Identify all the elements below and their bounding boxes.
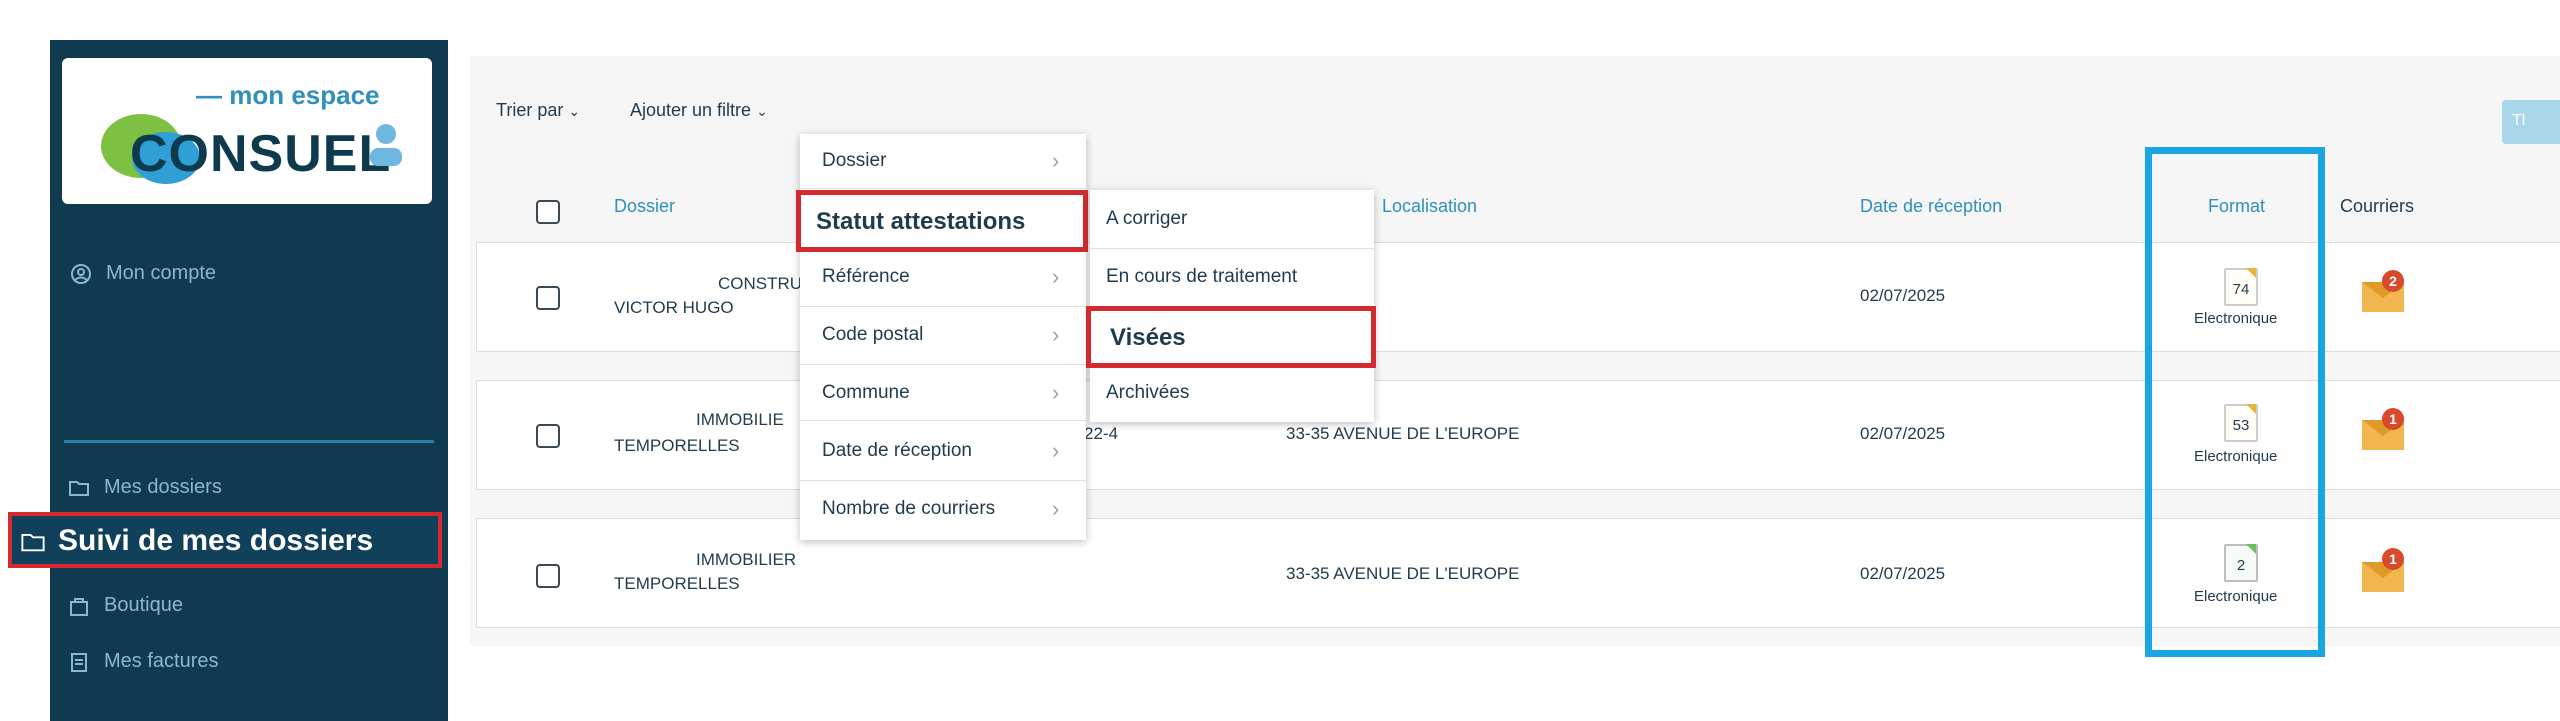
- sidebar-item-mes-factures[interactable]: Mes factures: [68, 650, 218, 673]
- menu-divider: [800, 420, 1086, 421]
- row-dossier-name: IMMOBILIE: [696, 410, 784, 429]
- folder-outline-icon: [21, 534, 45, 552]
- sidebar-item-mes-dossiers[interactable]: Mes dossiers: [68, 476, 222, 499]
- add-filter-button[interactable]: Ajouter un filtre ⌄: [630, 100, 768, 121]
- menu-divider: [800, 480, 1086, 481]
- logo-tagline: — mon espace: [196, 80, 380, 110]
- status-item-a-corriger[interactable]: A corriger: [1106, 208, 1187, 230]
- sidebar-item-mon-compte[interactable]: Mon compte: [70, 262, 216, 285]
- logo-person-icon: [370, 124, 402, 166]
- chevron-right-icon: ›: [1052, 322, 1060, 347]
- chevron-right-icon: ›: [1052, 148, 1060, 173]
- chevron-right-icon: ›: [1052, 264, 1060, 289]
- menu-divider: [800, 306, 1086, 307]
- status-item-visees[interactable]: Visées: [1110, 324, 1186, 352]
- logo-brand: CONSUEL: [130, 125, 392, 183]
- format-column-highlight: [2145, 147, 2325, 657]
- sidebar-divider: [64, 440, 434, 443]
- row-localisation: 33-35 AVENUE DE L'EUROPE: [1286, 424, 1520, 443]
- row-checkbox[interactable]: [536, 424, 560, 448]
- header-localisation[interactable]: Localisation: [1382, 196, 1477, 217]
- chevron-right-icon: ›: [1052, 438, 1060, 463]
- filter-item-nombre-courriers[interactable]: Nombre de courriers: [822, 498, 995, 520]
- filter-item-code-postal[interactable]: Code postal: [822, 324, 923, 346]
- sidebar-item-label: Suivi de mes dossiers: [58, 524, 374, 557]
- select-all-checkbox[interactable]: [536, 200, 560, 224]
- sidebar-item-label: Mes dossiers: [104, 476, 222, 498]
- sort-button[interactable]: Trier par ⌄: [496, 100, 580, 121]
- courriers-count-badge: 2: [2382, 270, 2404, 292]
- header-date[interactable]: Date de réception: [1860, 196, 2002, 217]
- user-circle-icon: [71, 263, 91, 284]
- row-dossier-sub: VICTOR HUGO: [614, 298, 734, 317]
- invoice-icon: [71, 652, 87, 672]
- row-reference: 22-4: [1084, 424, 1119, 443]
- filter-item-commune[interactable]: Commune: [822, 382, 910, 404]
- menu-divider: [800, 188, 1086, 189]
- status-item-archivees[interactable]: Archivées: [1106, 382, 1189, 404]
- row-localisation: 33-35 AVENUE DE L'EUROPE: [1286, 564, 1520, 583]
- status-item-en-cours[interactable]: En cours de traitement: [1106, 266, 1297, 288]
- row-dossier-sub: TEMPORELLES: [614, 574, 740, 593]
- header-courriers[interactable]: Courriers: [2340, 196, 2414, 217]
- sidebar-item-label: Mon compte: [106, 262, 217, 284]
- chevron-down-icon: ⌄: [756, 103, 768, 119]
- folder-icon: [69, 480, 89, 496]
- sidebar-item-label: Mes factures: [104, 650, 219, 672]
- filter-item-statut-attestations[interactable]: Statut attestations: [816, 208, 1025, 236]
- row-checkbox[interactable]: [536, 564, 560, 588]
- chevron-right-icon: ›: [1052, 496, 1060, 521]
- menu-divider: [1090, 248, 1374, 249]
- export-button[interactable]: Tl: [2502, 100, 2560, 144]
- courriers-count-badge: 1: [2382, 408, 2404, 430]
- chevron-right-icon: ›: [1052, 380, 1060, 405]
- filter-item-date-reception[interactable]: Date de réception: [822, 440, 972, 462]
- menu-divider: [800, 364, 1086, 365]
- filter-item-reference[interactable]: Référence: [822, 266, 910, 288]
- courriers-count-badge: 1: [2382, 548, 2404, 570]
- row-checkbox[interactable]: [536, 286, 560, 310]
- row-date: 02/07/2025: [1860, 286, 1946, 305]
- sidebar-item-boutique[interactable]: Boutique: [68, 594, 183, 617]
- sidebar-item-label: Boutique: [104, 594, 183, 616]
- row-dossier-sub: TEMPORELLES: [614, 436, 740, 455]
- sidebar-item-suivi[interactable]: Suivi de mes dossiers: [20, 524, 373, 558]
- chevron-down-icon: ⌄: [568, 103, 581, 119]
- export-label: Tl: [2512, 112, 2526, 129]
- row-date: 02/07/2025: [1860, 424, 1946, 443]
- header-dossier[interactable]: Dossier: [614, 196, 675, 217]
- filter-item-dossier[interactable]: Dossier: [822, 150, 886, 172]
- add-filter-label: Ajouter un filtre: [630, 100, 752, 120]
- row-dossier-name: IMMOBILIER: [696, 550, 797, 569]
- shopping-bag-icon: [70, 597, 88, 616]
- sort-label: Trier par: [496, 100, 564, 120]
- row-date: 02/07/2025: [1860, 564, 1946, 583]
